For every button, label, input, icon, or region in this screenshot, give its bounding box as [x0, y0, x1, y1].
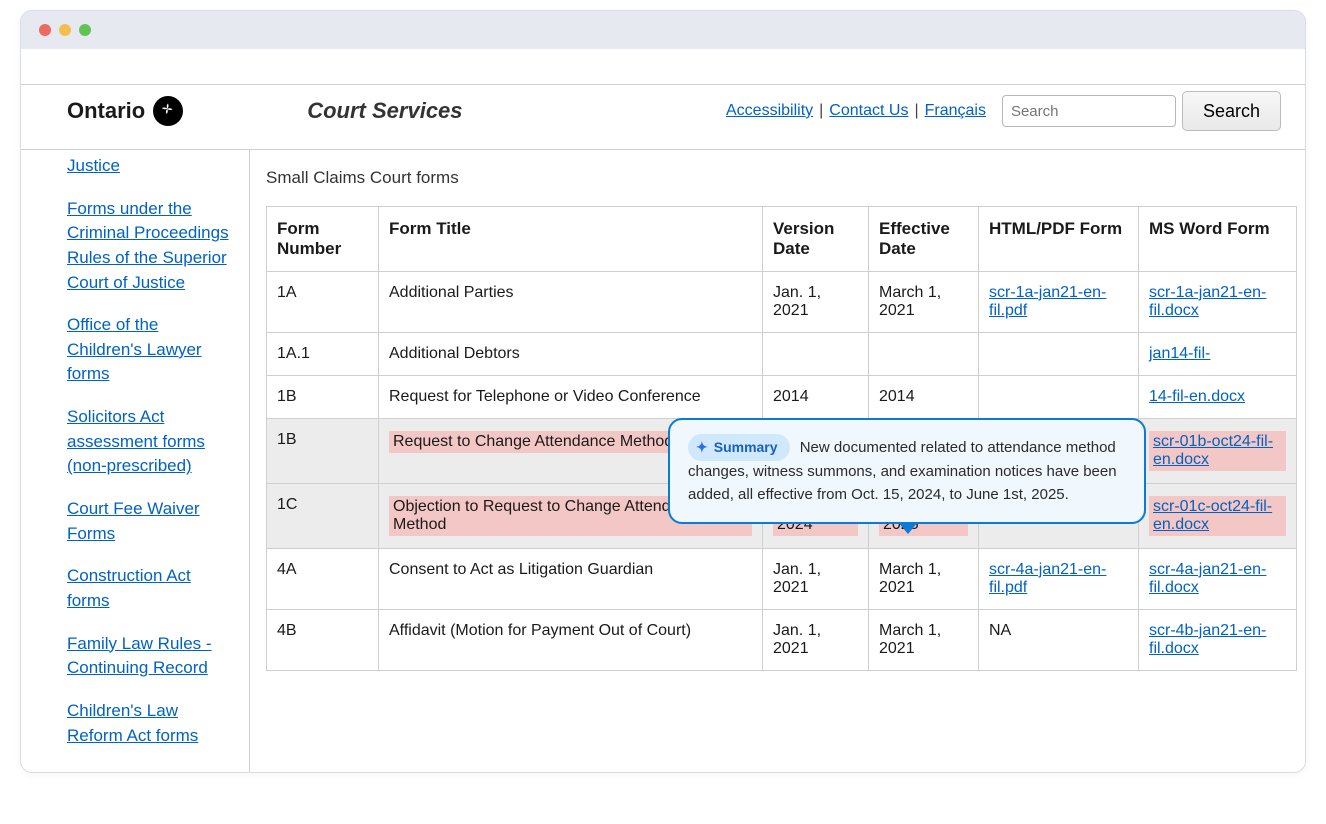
top-spacer: [21, 49, 1305, 85]
summary-callout: ✦ Summary New documented related to atte…: [668, 418, 1146, 524]
word-link[interactable]: jan14-fil-: [1149, 345, 1210, 362]
header-links: Accessibility | Contact Us | Français Se…: [726, 91, 1281, 131]
cell-pdf: [979, 376, 1139, 419]
search-button[interactable]: Search: [1182, 91, 1281, 131]
cell-version: 2014: [763, 376, 869, 419]
word-link[interactable]: 14-fil-en.docx: [1149, 388, 1245, 405]
sidebar-item-family-law[interactable]: Family Law Rules - Continuing Record: [67, 634, 212, 678]
divider: |: [819, 102, 823, 120]
sidebar-item-childrens-law-reform[interactable]: Children's Law Reform Act forms: [67, 701, 198, 745]
cell-version: Jan. 1, 2021: [763, 610, 869, 671]
site-header: Ontario Court Services Accessibility | C…: [21, 85, 1305, 150]
cell-effective: March 1, 2021: [869, 549, 979, 610]
cell-title: Request to Change Attendance Method: [389, 431, 677, 453]
table-row: 1A.1 Additional Debtors jan14-fil-: [267, 333, 1297, 376]
cell-number: 1B: [267, 376, 379, 419]
divider: |: [914, 102, 918, 120]
browser-window: Ontario Court Services Accessibility | C…: [20, 10, 1306, 773]
cell-number: 1C: [267, 484, 379, 549]
cell-title: Additional Debtors: [379, 333, 763, 376]
accessibility-link[interactable]: Accessibility: [726, 102, 813, 120]
cell-title: Affidavit (Motion for Payment Out of Cou…: [379, 610, 763, 671]
browser-chrome: [21, 11, 1305, 49]
col-form-number: Form Number: [267, 207, 379, 272]
cell-version: Jan. 1, 2021: [763, 272, 869, 333]
window-minimize-dot[interactable]: [59, 24, 71, 36]
table-header-row: Form Number Form Title Version Date Effe…: [267, 207, 1297, 272]
col-form-title: Form Title: [379, 207, 763, 272]
cell-effective: March 1, 2021: [869, 610, 979, 671]
window-close-dot[interactable]: [39, 24, 51, 36]
sidebar-item-construction-act[interactable]: Construction Act forms: [67, 566, 191, 610]
cell-title: Request for Telephone or Video Conferenc…: [379, 376, 763, 419]
table-title: Small Claims Court forms: [266, 168, 1297, 188]
col-ms-word: MS Word Form: [1139, 207, 1297, 272]
table-row: 1A Additional Parties Jan. 1, 2021 March…: [267, 272, 1297, 333]
sidebar-item-fee-waiver[interactable]: Court Fee Waiver Forms: [67, 499, 200, 543]
cell-number: 1B: [267, 419, 379, 484]
search-input[interactable]: [1002, 95, 1176, 127]
word-link[interactable]: scr-1a-jan21-en-fil.docx: [1149, 284, 1266, 319]
sparkle-icon: ✦: [696, 437, 708, 458]
app-title: Court Services: [307, 98, 462, 124]
cell-number: 1A.1: [267, 333, 379, 376]
content-area: Justice Forms under the Criminal Proceed…: [21, 150, 1305, 772]
table-row: 4A Consent to Act as Litigation Guardian…: [267, 549, 1297, 610]
word-link[interactable]: scr-4b-jan21-en-fil.docx: [1149, 622, 1266, 657]
sidebar-item-justice[interactable]: Justice: [67, 156, 120, 175]
word-link[interactable]: scr-4a-jan21-en-fil.docx: [1149, 561, 1266, 596]
cell-version: Jan. 1, 2021: [763, 549, 869, 610]
cell-version: [763, 333, 869, 376]
summary-badge-label: Summary: [714, 437, 778, 458]
cell-effective: 2014: [869, 376, 979, 419]
col-version-date: Version Date: [763, 207, 869, 272]
province-name: Ontario: [67, 98, 145, 124]
word-link[interactable]: scr-01c-oct24-fil-en.docx: [1149, 496, 1286, 536]
page-body: Ontario Court Services Accessibility | C…: [21, 49, 1305, 772]
sidebar: Justice Forms under the Criminal Proceed…: [21, 150, 249, 772]
table-row: 1B Request for Telephone or Video Confer…: [267, 376, 1297, 419]
cell-title: Additional Parties: [379, 272, 763, 333]
pdf-link[interactable]: scr-1a-jan21-en-fil.pdf: [989, 284, 1106, 319]
cell-number: 4B: [267, 610, 379, 671]
cell-effective: March 1, 2021: [869, 272, 979, 333]
ontario-logo: Ontario: [67, 96, 183, 126]
word-link[interactable]: scr-01b-oct24-fil-en.docx: [1149, 431, 1286, 471]
trillium-icon: [153, 96, 183, 126]
cell-number: 4A: [267, 549, 379, 610]
main-content: Small Claims Court forms Form Number For…: [249, 150, 1305, 772]
col-html-pdf: HTML/PDF Form: [979, 207, 1139, 272]
sidebar-item-childrens-lawyer[interactable]: Office of the Children's Lawyer forms: [67, 315, 202, 383]
summary-badge: ✦ Summary: [688, 434, 790, 461]
col-effective-date: Effective Date: [869, 207, 979, 272]
cell-pdf-na: NA: [979, 610, 1139, 671]
table-row: 4B Affidavit (Motion for Payment Out of …: [267, 610, 1297, 671]
window-zoom-dot[interactable]: [79, 24, 91, 36]
cell-number: 1A: [267, 272, 379, 333]
pdf-link[interactable]: scr-4a-jan21-en-fil.pdf: [989, 561, 1106, 596]
sidebar-item-criminal-proceedings[interactable]: Forms under the Criminal Proceedings Rul…: [67, 199, 229, 292]
cell-effective: [869, 333, 979, 376]
francais-link[interactable]: Français: [925, 102, 986, 120]
cell-pdf: [979, 333, 1139, 376]
contact-us-link[interactable]: Contact Us: [829, 102, 908, 120]
cell-title: Consent to Act as Litigation Guardian: [379, 549, 763, 610]
sidebar-item-solicitors-act[interactable]: Solicitors Act assessment forms (non-pre…: [67, 407, 205, 475]
